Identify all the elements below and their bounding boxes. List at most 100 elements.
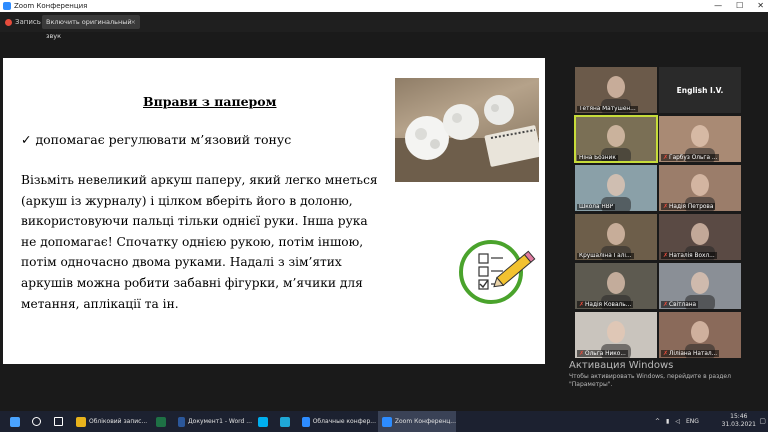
zoom-app-icon <box>3 2 11 10</box>
original-sound-label: Включить оригинальный звук <box>46 18 132 40</box>
participant-name: Ольга Нико... <box>585 351 626 357</box>
participant-tile[interactable]: ✗Надія Коваль... <box>575 263 657 309</box>
participant-tile[interactable]: Тетяна Матушен... <box>575 67 657 113</box>
window-titlebar: Zoom Конференция — ☐ ✕ <box>0 0 768 12</box>
participant-label: ✗Ліліана Натал... <box>661 350 720 357</box>
participant-name: Ніна Бозник <box>579 155 616 161</box>
participant-label: ✗Надія Коваль... <box>577 301 634 308</box>
participant-tile[interactable]: Крушаліна Галі... <box>575 214 657 260</box>
crumpled-paper-photo <box>395 78 539 182</box>
participants-gallery: Тетяна Матушен... English I.V. Ніна Бозник… <box>574 67 743 358</box>
participant-tile[interactable]: Ніна Бозник <box>574 115 658 163</box>
participant-name: Гарбуз Ольга ... <box>669 155 718 161</box>
participant-tile[interactable]: Школа НВР <box>575 165 657 211</box>
taskbar-chrome-button[interactable]: Облiковий запис... <box>72 411 150 432</box>
windows-icon <box>10 416 20 427</box>
taskbar-word-button[interactable]: Документ1 - Word ... <box>174 411 252 432</box>
system-tray: ^ ▮ ◁ ENG <box>655 411 699 432</box>
participant-name: Надія Коваль... <box>585 302 632 308</box>
network-icon[interactable]: ▮ <box>666 418 669 425</box>
participant-label: ✗Ольга Нико... <box>577 350 628 357</box>
participant-tile[interactable]: English I.V. <box>659 67 741 113</box>
taskbar-edge-button[interactable] <box>276 411 296 432</box>
slide-paragraph: Візьміть невеликий аркуш паперу, який ле… <box>21 173 378 311</box>
taskbar-windows-button[interactable] <box>6 411 26 432</box>
slide-bullet: ✓ допомагає регулювати м’язовий тонус <box>21 132 292 147</box>
participant-name: Ліліана Натал... <box>669 351 718 357</box>
recording-indicator[interactable]: Запись <box>5 16 41 28</box>
participant-tile[interactable]: ✗Наталія Вохл... <box>659 214 741 260</box>
mic-muted-icon: ✗ <box>579 301 585 308</box>
clock-date: 31.03.2021 <box>721 421 756 428</box>
participant-tile[interactable]: ✗Надія Петрова <box>659 165 741 211</box>
close-button[interactable]: ✕ <box>757 0 764 12</box>
participant-name: Крушаліна Галі... <box>579 253 632 259</box>
volume-icon[interactable]: ◁ <box>675 418 680 425</box>
taskbar-search-button[interactable] <box>28 411 48 432</box>
minimize-button[interactable]: — <box>714 0 722 12</box>
zoom-icon <box>382 416 392 427</box>
participant-label: ✗Світлана <box>661 301 699 308</box>
participant-tile[interactable]: ✗Світлана <box>659 263 741 309</box>
taskbar-item-label: Документ1 - Word ... <box>187 418 252 425</box>
crumpled-paper-illustration <box>395 95 539 182</box>
mic-muted-icon: ✗ <box>663 203 669 210</box>
close-icon[interactable]: × <box>131 15 136 29</box>
mic-muted-icon: ✗ <box>663 154 669 161</box>
participant-name: Школа НВР <box>579 204 614 210</box>
mic-muted-icon: ✗ <box>663 252 669 259</box>
taskbar-item-label: Облiковий запис... <box>89 418 148 425</box>
slide-title: Вправи з папером <box>143 94 277 109</box>
participant-name: Тетяна Матушен... <box>579 106 636 112</box>
taskbar-excel-button[interactable] <box>152 411 172 432</box>
record-icon <box>5 18 12 26</box>
edge-icon <box>280 416 290 427</box>
taskbar: ^ ▮ ◁ ENG 15:46 31.03.2021 ▢ Облiковий з… <box>0 411 768 432</box>
watermark-text: Чтобы активировать Windows, перейдите в … <box>569 373 731 388</box>
excel-icon <box>156 416 166 427</box>
taskbar-item-label: Облачные конфер... <box>312 418 376 425</box>
chevron-up-icon[interactable]: ^ <box>655 418 660 425</box>
participant-label: Школа НВР <box>577 204 616 210</box>
meeting-toolbar: Запись Включить оригинальный звук × <box>0 12 768 40</box>
mic-muted-icon: ✗ <box>663 350 669 357</box>
checklist-pencil-icon <box>457 232 541 308</box>
input-language[interactable]: ENG <box>686 418 699 425</box>
participant-label: Крушаліна Галі... <box>577 253 634 259</box>
participant-name: Наталія Вохл... <box>669 253 715 259</box>
participant-tile[interactable]: ✗Гарбуз Ольга ... <box>659 116 741 162</box>
maximize-button[interactable]: ☐ <box>736 0 743 12</box>
window-controls: — ☐ ✕ <box>714 0 764 12</box>
taskbar-task-view-button[interactable] <box>50 411 70 432</box>
taskbar-skype-button[interactable] <box>254 411 274 432</box>
window-title: Zoom Конференция <box>14 2 88 10</box>
taskbar-zoom-button[interactable]: Облачные конфер... <box>298 411 376 432</box>
watermark-title: Активация Windows <box>569 360 674 371</box>
chrome-icon <box>76 416 86 427</box>
participant-tile[interactable]: ✗Ліліана Натал... <box>659 312 741 358</box>
notification-icon[interactable]: ▢ <box>759 417 766 425</box>
participant-name: English I.V. <box>676 85 724 95</box>
participant-label: ✗Наталія Вохл... <box>661 252 717 259</box>
windows-activation-watermark: Активация Windows Чтобы активировать Win… <box>569 360 768 389</box>
participant-label: ✗Гарбуз Ольга ... <box>661 154 720 161</box>
recording-label: Запись <box>15 18 41 26</box>
participant-name: Світлана <box>669 302 697 308</box>
taskbar-clock[interactable]: 15:46 31.03.2021 <box>722 413 756 429</box>
original-sound-button[interactable]: Включить оригинальный звук × <box>42 15 140 40</box>
word-icon <box>178 416 185 427</box>
zoom-icon <box>302 416 310 427</box>
taskbar-item-label: Zoom Конференц... <box>394 418 456 425</box>
participant-label: ✗Надія Петрова <box>661 203 716 210</box>
participant-tile[interactable]: ✗Ольга Нико... <box>575 312 657 358</box>
task-view-icon <box>54 417 63 426</box>
search-icon <box>32 417 41 426</box>
participant-label: Ніна Бозник <box>577 155 618 161</box>
clock-time: 15:46 <box>730 413 748 420</box>
mic-muted-icon: ✗ <box>579 350 585 357</box>
participant-name: Надія Петрова <box>669 204 714 210</box>
skype-icon <box>258 416 268 427</box>
taskbar-zoom-button[interactable]: Zoom Конференц... <box>378 411 456 432</box>
shared-screen: Вправи з папером ✓ допомагає регулювати … <box>3 58 545 364</box>
participant-label: Тетяна Матушен... <box>577 106 638 112</box>
